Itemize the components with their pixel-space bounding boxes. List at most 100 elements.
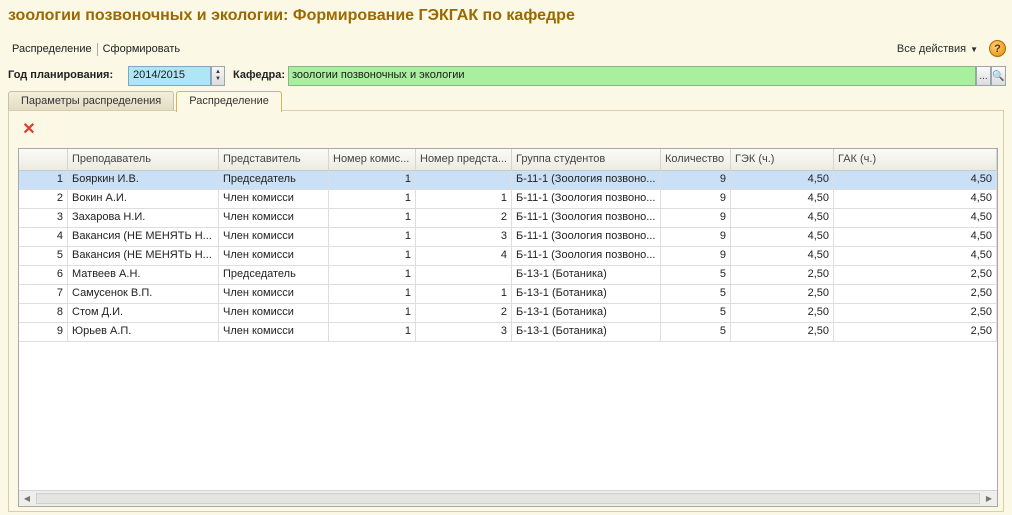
table-row[interactable]: 2 Вокин А.И. Член комисси 1 1 Б-11-1 (Зоологи… [19,190,997,209]
table-cell[interactable]: 5 [661,285,731,304]
table-cell[interactable]: 2 [416,209,512,228]
choose-button[interactable]: ... [976,66,991,86]
table-cell[interactable]: Захарова Н.И. [68,209,219,228]
table-cell[interactable]: 1 [329,266,416,285]
tab-distribution-params[interactable]: Параметры распределения [8,91,175,111]
table-cell[interactable]: 9 [661,228,731,247]
column-header[interactable]: Номер комис... [329,149,416,171]
table-cell[interactable]: 1 [416,190,512,209]
delete-icon[interactable]: ✕ [22,122,36,138]
table-cell[interactable]: 2,50 [731,266,834,285]
table-cell[interactable]: 4,50 [731,228,834,247]
column-header[interactable]: ГЭК (ч.) [731,149,834,171]
table-row[interactable]: 1 Бояркин И.В. Председатель 1 Б-11-1 (Зоолог… [19,171,997,190]
distribution-table[interactable]: Преподаватель Представитель Номер комис...… [18,148,998,507]
row-number[interactable]: 8 [19,304,68,323]
table-cell[interactable]: 9 [661,247,731,266]
table-cell[interactable]: 4 [416,247,512,266]
table-cell[interactable]: 9 [661,209,731,228]
table-cell[interactable]: 5 [661,304,731,323]
scroll-thumb[interactable] [36,493,980,504]
table-cell[interactable]: Б-13-1 (Ботаника) [512,266,661,285]
table-cell[interactable]: Б-11-1 (Зоология позвоно... [512,190,661,209]
table-cell[interactable]: Б-13-1 (Ботаника) [512,285,661,304]
table-cell[interactable]: 4,50 [834,228,997,247]
table-cell[interactable]: Б-11-1 (Зоология позвоно... [512,171,661,190]
table-cell[interactable]: 3 [416,323,512,342]
table-cell[interactable]: 4,50 [731,209,834,228]
spin-up-icon[interactable]: ▲ [215,69,221,76]
generate-button[interactable]: Сформировать [99,43,185,55]
table-cell[interactable]: 4,50 [834,190,997,209]
table-cell[interactable]: 2 [416,304,512,323]
column-header[interactable]: Номер предста... [416,149,512,171]
column-header[interactable] [19,149,68,171]
table-cell[interactable]: 1 [416,285,512,304]
row-number[interactable]: 4 [19,228,68,247]
table-cell[interactable]: Вокин А.И. [68,190,219,209]
spin-down-icon[interactable]: ▼ [215,76,221,83]
column-header[interactable]: Группа студентов [512,149,661,171]
table-cell[interactable]: Член комисси [219,247,329,266]
table-cell[interactable]: Член комисси [219,304,329,323]
table-cell[interactable]: 9 [661,190,731,209]
table-cell[interactable]: 4,50 [731,247,834,266]
table-cell[interactable]: 2,50 [834,323,997,342]
help-icon[interactable]: ? [989,40,1006,57]
table-cell[interactable]: 1 [329,304,416,323]
table-cell[interactable] [416,266,512,285]
table-row[interactable]: 5 Вакансия (НЕ МЕНЯТЬ Н... Член комисси 1 4 Б… [19,247,997,266]
table-cell[interactable]: Самусенок В.П. [68,285,219,304]
scroll-right-icon[interactable]: ▶ [981,491,997,506]
department-field[interactable]: зоологии позвоночных и экологии [288,66,976,86]
table-cell[interactable]: Вакансия (НЕ МЕНЯТЬ Н... [68,228,219,247]
table-cell[interactable]: 5 [661,323,731,342]
table-cell[interactable]: 2,50 [834,266,997,285]
table-cell[interactable]: 2,50 [834,285,997,304]
table-cell[interactable]: 1 [329,171,416,190]
table-cell[interactable]: 4,50 [834,247,997,266]
all-actions-menu[interactable]: Все действия ▼ [897,40,978,58]
table-cell[interactable]: Бояркин И.В. [68,171,219,190]
year-spinner[interactable]: ▲ ▼ [211,66,225,86]
table-cell[interactable]: 4,50 [834,171,997,190]
table-cell[interactable]: Б-11-1 (Зоология позвоно... [512,209,661,228]
table-cell[interactable]: 5 [661,266,731,285]
row-number[interactable]: 3 [19,209,68,228]
table-row[interactable]: 9 Юрьев А.П. Член комисси 1 3 Б-13-1 (Ботаник… [19,323,997,342]
table-cell[interactable]: 1 [329,209,416,228]
table-row[interactable]: 4 Вакансия (НЕ МЕНЯТЬ Н... Член комисси 1 3 Б… [19,228,997,247]
column-header[interactable]: Представитель [219,149,329,171]
table-cell[interactable]: 4,50 [731,190,834,209]
table-cell[interactable]: 4,50 [834,209,997,228]
row-number[interactable]: 9 [19,323,68,342]
table-cell[interactable]: Стом Д.И. [68,304,219,323]
table-cell[interactable]: Матвеев А.Н. [68,266,219,285]
table-row[interactable]: 6 Матвеев А.Н. Председатель 1 Б-13-1 (Ботани… [19,266,997,285]
table-cell[interactable]: Б-13-1 (Ботаника) [512,323,661,342]
table-cell[interactable]: 2,50 [834,304,997,323]
table-cell[interactable]: 4,50 [731,171,834,190]
row-number[interactable]: 6 [19,266,68,285]
table-cell[interactable]: 1 [329,247,416,266]
table-cell[interactable]: 2,50 [731,323,834,342]
table-cell[interactable]: Б-13-1 (Ботаника) [512,304,661,323]
table-cell[interactable]: Член комисси [219,228,329,247]
column-header[interactable]: Преподаватель [68,149,219,171]
table-cell[interactable]: 1 [329,228,416,247]
row-number[interactable]: 2 [19,190,68,209]
table-cell[interactable]: 1 [329,285,416,304]
year-field[interactable]: 2014/2015 [128,66,211,86]
table-cell[interactable]: Член комисси [219,323,329,342]
table-cell[interactable]: Член комисси [219,285,329,304]
table-cell[interactable] [416,171,512,190]
table-row[interactable]: 8 Стом Д.И. Член комисси 1 2 Б-13-1 (Ботаника… [19,304,997,323]
table-cell[interactable]: 2,50 [731,285,834,304]
table-cell[interactable]: 3 [416,228,512,247]
table-cell[interactable]: 9 [661,171,731,190]
row-number[interactable]: 1 [19,171,68,190]
table-cell[interactable]: Председатель [219,266,329,285]
row-number[interactable]: 7 [19,285,68,304]
column-header[interactable]: Количество [661,149,731,171]
horizontal-scrollbar[interactable]: ◀ ▶ [19,490,997,506]
